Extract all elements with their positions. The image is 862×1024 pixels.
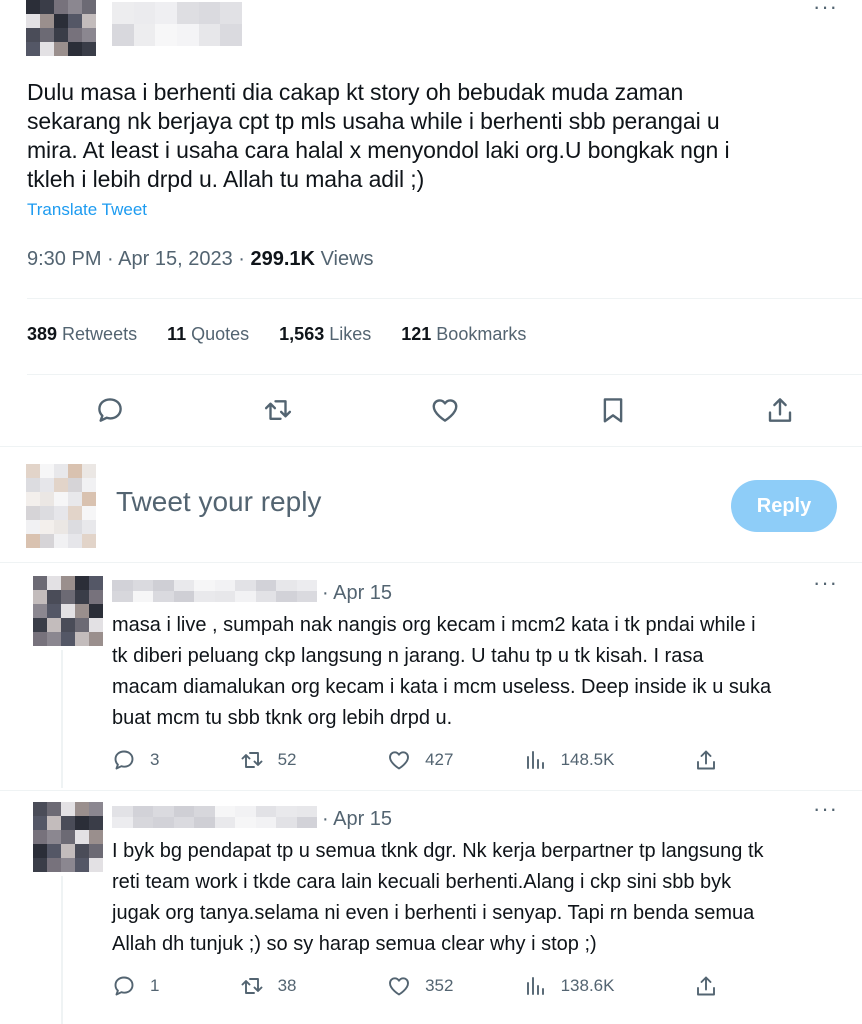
reply-icon: [114, 750, 134, 770]
bookmarks-label: Bookmarks: [436, 324, 527, 344]
reply-input[interactable]: Tweet your reply: [116, 486, 321, 518]
author-avatar[interactable]: [26, 0, 96, 56]
translate-tweet-link[interactable]: Translate Tweet: [27, 200, 147, 220]
tweet-date[interactable]: Apr 15, 2023: [118, 248, 233, 270]
thread-line: [61, 650, 63, 788]
views-icon: [526, 977, 544, 995]
views-button[interactable]: 148.5K: [523, 746, 694, 774]
separator-dot: ·: [107, 248, 114, 270]
divider: [27, 374, 862, 375]
engagement-stats: 389 Retweets 11 Quotes 1,563 Likes 121 Bookm…: [27, 324, 526, 345]
reply-text: I byk bg pendapat tp u semua tknk dgr. N…: [112, 840, 764, 955]
reply-author-name-redacted[interactable]: [112, 580, 317, 602]
reply-date[interactable]: · Apr 15: [322, 808, 392, 831]
like-icon: [432, 399, 458, 422]
retweets-stat[interactable]: 389 Retweets: [27, 324, 137, 345]
like-icon: [389, 751, 410, 770]
likes-label: Likes: [329, 324, 372, 344]
retweets-label: Retweets: [62, 324, 138, 344]
likes-count: 1,563: [279, 324, 325, 344]
reply-button[interactable]: 1: [112, 972, 240, 1000]
author-name-redacted[interactable]: [112, 2, 242, 46]
reply-icon: [114, 976, 134, 996]
retweet-button[interactable]: 52: [240, 746, 388, 774]
reply-tweet[interactable]: · Apr 15 ··· masa i live , sumpah nak na…: [0, 572, 862, 788]
quotes-count: 11: [167, 324, 187, 344]
views-label: Views: [320, 248, 374, 270]
tweet-text: Dulu masa i berhenti dia cakap kt story …: [27, 79, 730, 192]
divider: [27, 298, 862, 299]
like-icon: [389, 977, 410, 996]
more-options-icon[interactable]: ···: [813, 572, 838, 594]
reply-button[interactable]: [92, 392, 128, 428]
reply-author-avatar[interactable]: [33, 802, 103, 872]
thread-line: [61, 876, 63, 1024]
reply-tweet[interactable]: · Apr 15 ··· I byk bg pendapat tp u semu…: [0, 798, 862, 1024]
share-icon: [697, 750, 715, 770]
retweet-icon: [264, 400, 291, 420]
reply-action-bar: 1 38 352 138.6K: [112, 972, 732, 1000]
retweet-icon: [241, 978, 263, 994]
share-icon: [697, 976, 715, 996]
reply-count: 3: [150, 750, 160, 769]
retweet-button[interactable]: [260, 392, 296, 428]
share-button[interactable]: [694, 746, 732, 774]
retweet-button[interactable]: 38: [240, 972, 388, 1000]
retweet-count: 52: [277, 750, 297, 769]
quotes-stat[interactable]: 11 Quotes: [167, 324, 249, 345]
reply-author-avatar[interactable]: [33, 576, 103, 646]
retweet-count: 38: [277, 976, 297, 995]
share-button[interactable]: [694, 972, 732, 1000]
divider: [0, 446, 862, 447]
quotes-label: Quotes: [191, 324, 250, 344]
views-button[interactable]: 138.6K: [523, 972, 694, 1000]
reply-action-bar: 3 52 427 148.5K: [112, 746, 732, 774]
views-count: 138.6K: [560, 976, 615, 995]
tweet-action-bar: [92, 392, 798, 428]
retweets-count: 389: [27, 324, 58, 344]
retweet-icon: [241, 752, 263, 768]
reply-author-name-redacted[interactable]: [112, 806, 317, 828]
reply-text: masa i live , sumpah nak nangis org keca…: [112, 614, 772, 729]
reply-date[interactable]: · Apr 15: [322, 582, 392, 605]
divider: [0, 562, 862, 563]
like-button[interactable]: [427, 392, 463, 428]
tweet-time[interactable]: 9:30 PM: [27, 248, 101, 270]
reply-count: 1: [150, 976, 160, 995]
separator-dot: ·: [238, 248, 245, 270]
bookmark-icon: [603, 398, 622, 423]
like-count: 352: [425, 976, 454, 995]
views-icon: [526, 751, 544, 769]
tweet-timestamp: 9:30 PM · Apr 15, 2023 · 299.1K Views: [27, 248, 374, 271]
like-count: 427: [425, 750, 454, 769]
like-button[interactable]: 352: [387, 972, 523, 1000]
reply-submit-button[interactable]: Reply: [731, 480, 837, 532]
divider: [0, 790, 862, 791]
share-button[interactable]: [762, 392, 798, 428]
reply-button[interactable]: 3: [112, 746, 240, 774]
share-icon: [768, 398, 792, 422]
bookmark-button[interactable]: [595, 392, 631, 428]
like-button[interactable]: 427: [387, 746, 523, 774]
views-count: 299.1K: [250, 248, 316, 270]
more-options-icon[interactable]: ···: [813, 0, 838, 18]
bookmarks-count: 121: [401, 324, 432, 344]
current-user-avatar[interactable]: [26, 464, 96, 548]
reply-icon: [98, 398, 122, 422]
views-count: 148.5K: [560, 750, 615, 769]
more-options-icon[interactable]: ···: [813, 798, 838, 820]
bookmarks-stat[interactable]: 121 Bookmarks: [401, 324, 526, 345]
likes-stat[interactable]: 1,563 Likes: [279, 324, 371, 345]
